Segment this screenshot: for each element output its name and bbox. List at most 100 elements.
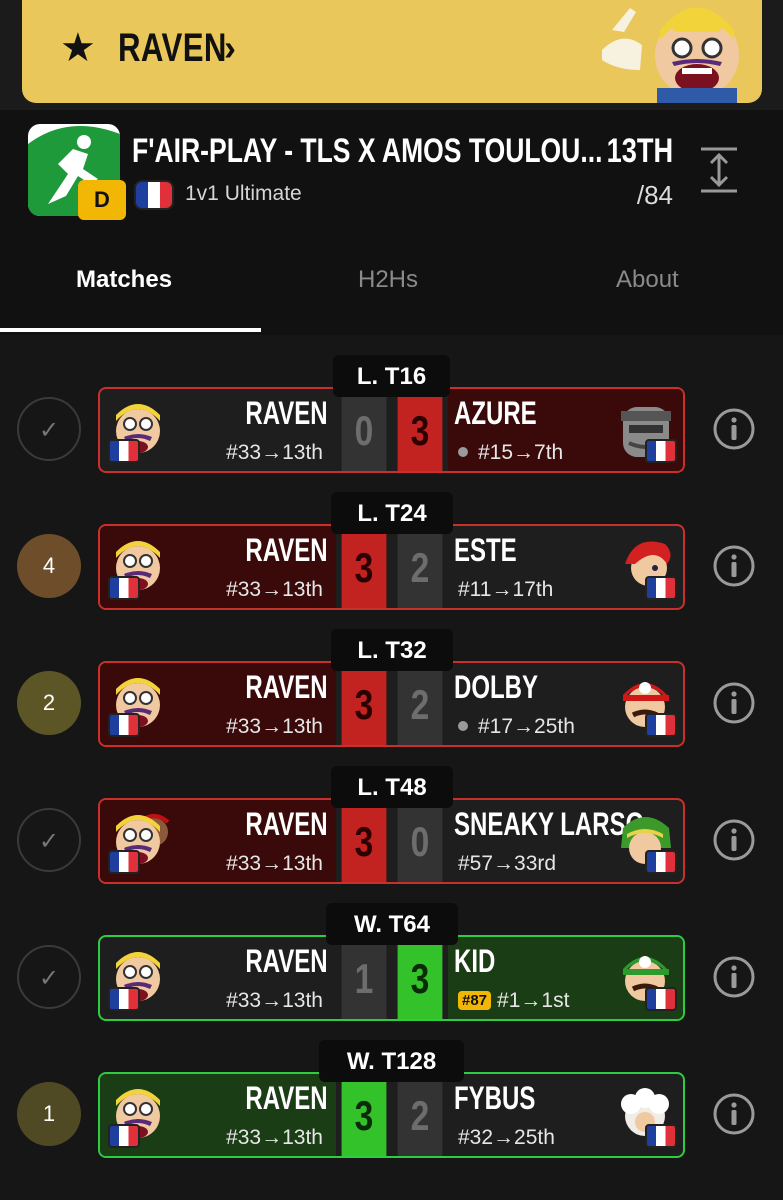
player2-score: 0 bbox=[397, 800, 443, 882]
player1-score: 1 bbox=[341, 937, 387, 1019]
info-icon[interactable] bbox=[712, 544, 756, 588]
player1-name: RAVEN bbox=[245, 532, 328, 568]
match-status[interactable]: ✓ bbox=[17, 397, 81, 461]
character-icon bbox=[108, 945, 170, 1011]
player2-score: 3 bbox=[397, 389, 443, 471]
info-icon[interactable] bbox=[712, 818, 756, 862]
player1-name: RAVEN bbox=[245, 1080, 328, 1116]
round-label: L. T32 bbox=[331, 629, 453, 671]
player2-score: 3 bbox=[397, 937, 443, 1019]
player1-score: 3 bbox=[341, 663, 387, 745]
character-icon bbox=[615, 534, 677, 600]
player1-seed: #33→13th bbox=[226, 1126, 323, 1149]
player1-seed: #33→13th bbox=[226, 578, 323, 601]
match-status[interactable]: 4 bbox=[17, 534, 81, 598]
tournament-game: 1v1 Ultimate bbox=[185, 182, 302, 205]
player1-score: 3 bbox=[341, 1074, 387, 1156]
character-icon bbox=[615, 1082, 677, 1148]
france-flag-icon bbox=[108, 850, 140, 874]
player2-seed: #11→17th bbox=[458, 578, 554, 601]
match-status[interactable]: ✓ bbox=[17, 808, 81, 872]
match-box[interactable]: RAVEN #33→13th 0 3 AZURE #15→7th bbox=[98, 387, 685, 473]
info-icon[interactable] bbox=[712, 407, 756, 451]
tournament-card: D F'AIR-PLAY - TLS X AMOS TOULOU... 1v1 … bbox=[0, 110, 783, 1200]
match-box[interactable]: RAVEN #33→13th 3 2 ESTE #11→17th bbox=[98, 524, 685, 610]
character-icon bbox=[108, 397, 170, 463]
round-label: L. T16 bbox=[333, 355, 450, 397]
player2-seed-line: #15→7th bbox=[458, 441, 563, 465]
match-status[interactable]: 1 bbox=[17, 1082, 81, 1146]
player1-name: RAVEN bbox=[245, 943, 328, 979]
player1-seed: #33→13th bbox=[226, 715, 323, 738]
match-row[interactable]: 4 RAVEN #33→13th 3 2 ESTE #11→17th L. T24 bbox=[0, 492, 783, 612]
match-row[interactable]: 1 RAVEN #33→13th 3 2 FYBUS #32→25th W. T128 bbox=[0, 1040, 783, 1160]
status-dot-icon bbox=[458, 721, 468, 731]
active-tab-indicator bbox=[0, 328, 261, 332]
player2-name: ESTE bbox=[454, 532, 517, 568]
character-icon bbox=[108, 808, 170, 874]
entrants-count: /84 bbox=[636, 180, 673, 210]
character-icon bbox=[615, 671, 677, 737]
player1-score: 0 bbox=[341, 389, 387, 471]
player2-name: KID bbox=[454, 943, 496, 979]
player1-name: RAVEN bbox=[245, 395, 328, 431]
tab-bar: Matches H2Hs About bbox=[0, 240, 783, 330]
banner-player-name: RAVEN bbox=[118, 26, 227, 70]
collapse-icon[interactable] bbox=[699, 146, 739, 194]
player2-seed: #17→25th bbox=[478, 715, 575, 738]
france-flag-icon bbox=[645, 576, 677, 600]
round-label: W. T128 bbox=[319, 1040, 464, 1082]
match-box[interactable]: RAVEN #33→13th 3 0 SNEAKY LARSO... #57→33rd bbox=[98, 798, 685, 884]
rank-chip: #87 bbox=[458, 991, 492, 1010]
match-box[interactable]: RAVEN #33→13th 1 3 KID #87 #1→1st bbox=[98, 935, 685, 1021]
player2-name: AZURE bbox=[454, 395, 537, 431]
france-flag-icon bbox=[645, 850, 677, 874]
tier-badge: D bbox=[78, 180, 126, 220]
character-icon bbox=[108, 534, 170, 600]
match-status[interactable]: 2 bbox=[17, 671, 81, 735]
player2-seed: #32→25th bbox=[458, 1126, 555, 1149]
match-row[interactable]: ✓ RAVEN #33→13th 0 3 AZURE #15→7th L. T16 bbox=[0, 355, 783, 475]
tournament-header: D F'AIR-PLAY - TLS X AMOS TOULOU... 1v1 … bbox=[0, 110, 783, 335]
france-flag-icon bbox=[108, 1124, 140, 1148]
player2-seed-line: #87 #1→1st bbox=[458, 989, 569, 1013]
star-icon: ★ bbox=[60, 26, 96, 70]
character-icon bbox=[615, 808, 677, 874]
match-row[interactable]: ✓ RAVEN #33→13th 3 0 SNEAKY LARSO... #57→33rd L… bbox=[0, 766, 783, 886]
match-status[interactable]: ✓ bbox=[17, 945, 81, 1009]
player1-seed: #33→13th bbox=[226, 989, 323, 1012]
character-icon bbox=[108, 671, 170, 737]
player2-name: FYBUS bbox=[454, 1080, 536, 1116]
character-art-icon bbox=[602, 7, 739, 103]
match-row[interactable]: ✓ RAVEN #33→13th 1 3 KID #87 #1→1st W. T64 bbox=[0, 903, 783, 1023]
match-row[interactable]: 2 RAVEN #33→13th 3 2 DOLBY #17→25th L. T32 bbox=[0, 629, 783, 749]
france-flag-icon bbox=[108, 987, 140, 1011]
info-icon[interactable] bbox=[712, 1092, 756, 1136]
info-icon[interactable] bbox=[712, 681, 756, 725]
player2-seed: #15→7th bbox=[478, 441, 564, 464]
player1-seed: #33→13th bbox=[226, 441, 323, 464]
france-flag-icon bbox=[645, 713, 677, 737]
player2-seed-line: #32→25th bbox=[458, 1126, 555, 1150]
player2-seed-line: #17→25th bbox=[458, 715, 575, 739]
tab-about[interactable]: About bbox=[616, 266, 679, 294]
player1-name: RAVEN bbox=[245, 806, 328, 842]
france-flag-icon bbox=[108, 713, 140, 737]
player1-score: 3 bbox=[341, 526, 387, 608]
round-label: L. T48 bbox=[331, 766, 453, 808]
character-icon bbox=[615, 397, 677, 463]
player-banner[interactable]: ★ RAVEN › bbox=[22, 0, 762, 103]
tab-h2hs[interactable]: H2Hs bbox=[358, 266, 418, 294]
tournament-title[interactable]: F'AIR-PLAY - TLS X AMOS TOULOU... bbox=[132, 132, 602, 171]
tab-matches[interactable]: Matches bbox=[76, 266, 172, 294]
match-box[interactable]: RAVEN #33→13th 3 2 DOLBY #17→25th bbox=[98, 661, 685, 747]
match-box[interactable]: RAVEN #33→13th 3 2 FYBUS #32→25th bbox=[98, 1072, 685, 1158]
round-label: L. T24 bbox=[331, 492, 453, 534]
top-bar: ★ RAVEN › bbox=[0, 0, 783, 110]
france-flag-icon bbox=[108, 576, 140, 600]
chevron-right-icon: › bbox=[224, 27, 236, 68]
player2-seed: #1→1st bbox=[497, 989, 570, 1012]
info-icon[interactable] bbox=[712, 955, 756, 999]
status-dot-icon bbox=[458, 447, 468, 457]
player1-score: 3 bbox=[341, 800, 387, 882]
